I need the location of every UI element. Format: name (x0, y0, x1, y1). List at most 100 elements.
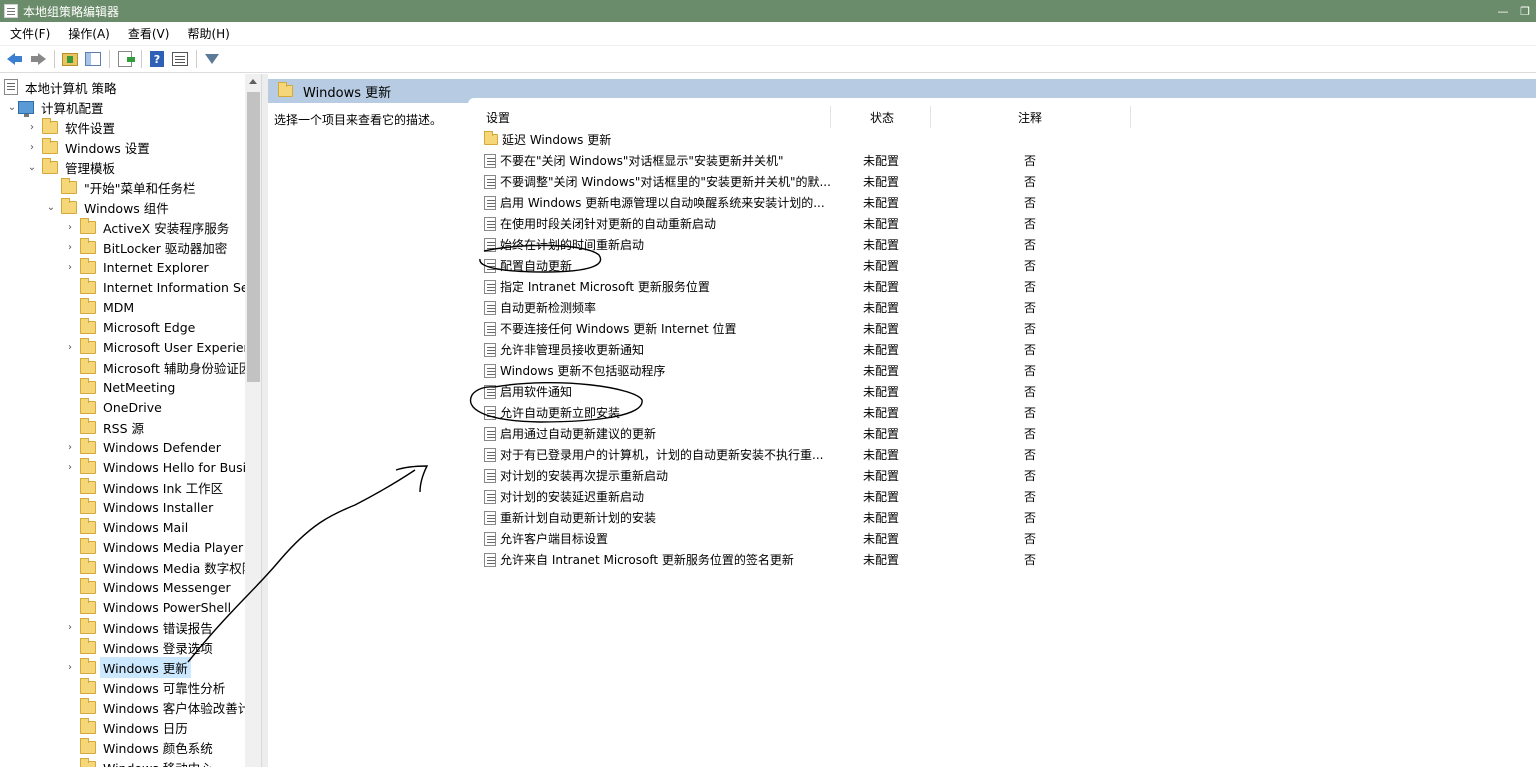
setting-row[interactable]: 在使用时段关闭针对更新的自动重新启动 未配置 否 (478, 213, 1178, 234)
setting-row[interactable]: 允许客户端目标设置 未配置 否 (478, 528, 1178, 549)
back-button[interactable] (4, 48, 26, 70)
setting-row[interactable]: 对计划的安装再次提示重新启动 未配置 否 (478, 465, 1178, 486)
expand-icon[interactable]: › (64, 337, 76, 357)
tree-item[interactable]: › Windows 错误报告 (64, 617, 216, 637)
folder-icon (80, 737, 96, 754)
setting-row[interactable]: 允许自动更新立即安装 未配置 否 (478, 402, 1178, 423)
column-divider[interactable] (830, 106, 831, 128)
setting-row[interactable]: 启用通过自动更新建议的更新 未配置 否 (478, 423, 1178, 444)
setting-row[interactable]: 启用软件通知 未配置 否 (478, 381, 1178, 402)
tree-label: Internet Information Serv (103, 279, 262, 295)
setting-row[interactable]: 始终在计划的时间重新启动 未配置 否 (478, 234, 1178, 255)
expand-icon[interactable]: › (26, 137, 38, 157)
setting-row[interactable]: 不要在"关闭 Windows"对话框显示"安装更新并关机" 未配置 否 (478, 150, 1178, 171)
expand-icon[interactable]: › (64, 237, 76, 257)
expand-icon[interactable]: › (64, 657, 76, 677)
forward-button[interactable] (27, 48, 49, 70)
tree-item[interactable]: Microsoft 辅助身份验证因 (64, 357, 254, 377)
expand-icon[interactable]: › (64, 257, 76, 277)
tree-scrollbar[interactable] (245, 74, 261, 767)
collapse-icon[interactable]: ⌄ (45, 197, 57, 217)
tree-admin-templates[interactable]: ⌄ 管理模板 (26, 157, 118, 177)
menu-file[interactable]: 文件(F) (0, 25, 58, 42)
scroll-up-icon[interactable] (249, 79, 257, 84)
tree-label: Windows 组件 (84, 200, 169, 216)
menu-help[interactable]: 帮助(H) (177, 25, 237, 42)
menu-action[interactable]: 操作(A) (58, 25, 118, 42)
setting-row[interactable]: Windows 更新不包括驱动程序 未配置 否 (478, 360, 1178, 381)
column-divider[interactable] (1130, 106, 1131, 128)
column-setting[interactable]: 设置 (486, 106, 510, 128)
setting-row[interactable]: 配置自动更新 未配置 否 (478, 255, 1178, 276)
setting-row[interactable]: 指定 Intranet Microsoft 更新服务位置 未配置 否 (478, 276, 1178, 297)
column-divider[interactable] (930, 106, 931, 128)
expand-icon[interactable]: › (26, 117, 38, 137)
folder-icon (42, 137, 58, 154)
tree-item[interactable]: MDM (64, 297, 137, 317)
tree-item[interactable]: › Microsoft User Experienc (64, 337, 261, 357)
tree-root[interactable]: 本地计算机 策略 (4, 77, 119, 97)
tree-item[interactable]: Windows 移动中心 (64, 757, 216, 767)
properties-button[interactable] (169, 48, 191, 70)
tree-item[interactable]: › Windows 更新 (64, 656, 191, 678)
setting-row[interactable]: 不要连接任何 Windows 更新 Internet 位置 未配置 否 (478, 318, 1178, 339)
setting-row[interactable]: 启用 Windows 更新电源管理以自动唤醒系统来安装计划的... 未配置 否 (478, 192, 1178, 213)
tree-windows-components[interactable]: ⌄ Windows 组件 (45, 197, 172, 217)
setting-row[interactable]: 自动更新检测频率 未配置 否 (478, 297, 1178, 318)
expand-icon[interactable]: › (64, 437, 76, 457)
setting-row[interactable]: 对计划的安装延迟重新启动 未配置 否 (478, 486, 1178, 507)
tree-item[interactable]: › Windows Defender (64, 437, 224, 457)
tree-item[interactable]: Windows 可靠性分析 (64, 677, 228, 697)
tree-item[interactable]: Microsoft Edge (64, 317, 198, 337)
expand-icon[interactable]: › (64, 457, 76, 477)
tree-item[interactable]: › Internet Explorer (64, 257, 212, 277)
tree-item[interactable]: Windows 登录选项 (64, 637, 216, 657)
collapse-icon[interactable]: ⌄ (26, 157, 38, 177)
tree-item[interactable]: Windows Media 数字权限 (64, 557, 257, 577)
export-list-button[interactable] (114, 48, 136, 70)
setting-row[interactable]: 重新计划自动更新计划的安装 未配置 否 (478, 507, 1178, 528)
filter-button[interactable] (201, 48, 223, 70)
tree-item[interactable]: Windows Mail (64, 517, 191, 537)
tree-item[interactable]: Windows Media Player (64, 537, 246, 557)
expand-icon[interactable]: › (64, 617, 76, 637)
tree-item[interactable]: Windows 客户体验改善计 (64, 697, 253, 717)
folder-row[interactable]: 延迟 Windows 更新 (478, 129, 1178, 150)
tree-item[interactable]: Internet Information Serv (64, 277, 262, 297)
folder-icon (80, 537, 96, 554)
column-comment[interactable]: 注释 (1018, 106, 1042, 128)
show-hide-tree-button[interactable] (82, 48, 104, 70)
tree-start-menu[interactable]: "开始"菜单和任务栏 (61, 177, 199, 197)
help-button[interactable]: ? (146, 48, 168, 70)
tree-item[interactable]: Windows 日历 (64, 717, 191, 737)
restore-icon[interactable]: ❐ (1514, 0, 1536, 22)
tree-item[interactable]: Windows 颜色系统 (64, 737, 216, 757)
up-folder-button[interactable] (59, 48, 81, 70)
tree-item[interactable]: Windows PowerShell (64, 597, 234, 617)
tree-label: Windows 日历 (103, 720, 188, 736)
tree-item[interactable]: Windows Messenger (64, 577, 234, 597)
tree-item[interactable]: Windows Installer (64, 497, 216, 517)
tree-item[interactable]: OneDrive (64, 397, 165, 417)
tree-computer-config[interactable]: ⌄ 计算机配置 (6, 97, 107, 117)
column-state[interactable]: 状态 (870, 106, 894, 128)
setting-row[interactable]: 不要调整"关闭 Windows"对话框里的"安装更新并关机"的默... 未配置 否 (478, 171, 1178, 192)
scrollbar-thumb[interactable] (247, 92, 260, 382)
tree-item[interactable]: › Windows Hello for Busin (64, 457, 257, 477)
minimize-icon[interactable]: — (1492, 0, 1514, 22)
tree-item[interactable]: NetMeeting (64, 377, 178, 397)
tree-item[interactable]: › BitLocker 驱动器加密 (64, 237, 230, 257)
expand-icon[interactable]: › (64, 217, 76, 237)
tree-windows-settings[interactable]: › Windows 设置 (26, 137, 153, 157)
menu-view[interactable]: 查看(V) (118, 25, 178, 42)
setting-name: Windows 更新不包括驱动程序 (500, 364, 666, 378)
setting-row[interactable]: 对于有已登录用户的计算机，计划的自动更新安装不执行重... 未配置 否 (478, 444, 1178, 465)
tree-software-settings[interactable]: › 软件设置 (26, 117, 118, 137)
setting-row[interactable]: 允许非管理员接收更新通知 未配置 否 (478, 339, 1178, 360)
tree-item[interactable]: Windows Ink 工作区 (64, 477, 226, 497)
tree-item[interactable]: RSS 源 (64, 417, 147, 437)
collapse-icon[interactable]: ⌄ (6, 97, 18, 117)
tree-item[interactable]: › ActiveX 安装程序服务 (64, 217, 232, 237)
setting-row[interactable]: 允许来自 Intranet Microsoft 更新服务位置的签名更新 未配置 否 (478, 549, 1178, 570)
